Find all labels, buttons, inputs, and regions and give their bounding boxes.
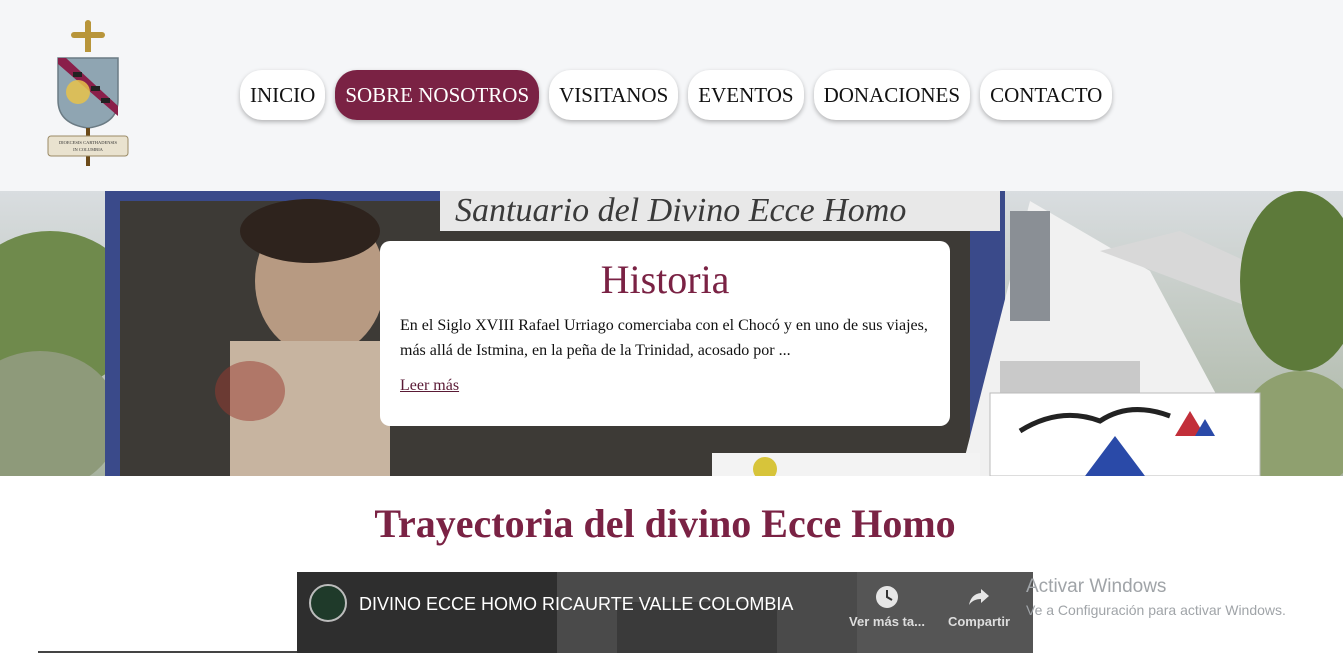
svg-text:IN COLUMBIA: IN COLUMBIA [73,147,104,152]
youtube-embed[interactable]: DIVINO ECCE HOMO RICAURTE VALLE COLOMBIA… [297,572,1033,653]
main-nav: INICIO SOBRE NOSOTROS VISITANOS EVENTOS … [240,70,1113,120]
watch-later-button[interactable]: Ver más ta... [847,584,927,629]
nav-donaciones[interactable]: DONACIONES [813,70,971,120]
nav-visitanos[interactable]: VISITANOS [549,70,679,120]
site-header: DIOECESIS CARTHADENSIS IN COLUMBIA INICI… [0,0,1343,191]
leer-mas-link[interactable]: Leer más [400,377,459,395]
watermark-subtitle: Ve a Configuración para activar Windows. [1026,602,1286,618]
hero-section: Santuario del Divino Ecce Homo Historia … [0,191,1343,476]
coat-of-arms-icon: DIOECESIS CARTHADENSIS IN COLUMBIA [47,20,129,166]
windows-activation-watermark: Activar Windows Ve a Configuración para … [1026,576,1286,620]
historia-card: Historia En el Siglo XVIII Rafael Urriag… [380,241,950,426]
diocese-logo[interactable]: DIOECESIS CARTHADENSIS IN COLUMBIA [44,20,132,168]
nav-contacto[interactable]: CONTACTO [980,70,1113,120]
share-label: Compartir [947,614,1011,629]
video-title[interactable]: DIVINO ECCE HOMO RICAURTE VALLE COLOMBIA [359,594,793,615]
share-icon [969,589,989,605]
historia-title: Historia [600,257,730,302]
svg-text:DIOECESIS CARTHADENSIS: DIOECESIS CARTHADENSIS [59,140,118,145]
channel-avatar[interactable] [309,584,347,622]
historia-text: En el Siglo XVIII Rafael Urriago comerci… [400,317,928,359]
nav-inicio[interactable]: INICIO [240,70,326,120]
section-title: Trayectoria del divino Ecce Homo [374,501,956,546]
clock-icon [876,586,898,608]
watch-later-label: Ver más ta... [849,614,925,629]
nav-eventos[interactable]: EVENTOS [688,70,804,120]
watermark-title: Activar Windows [1026,576,1167,597]
share-button[interactable]: Compartir [939,584,1019,629]
nav-sobre-nosotros[interactable]: SOBRE NOSOTROS [335,70,540,120]
banner-text: Santuario del Divino Ecce Homo [455,192,906,229]
